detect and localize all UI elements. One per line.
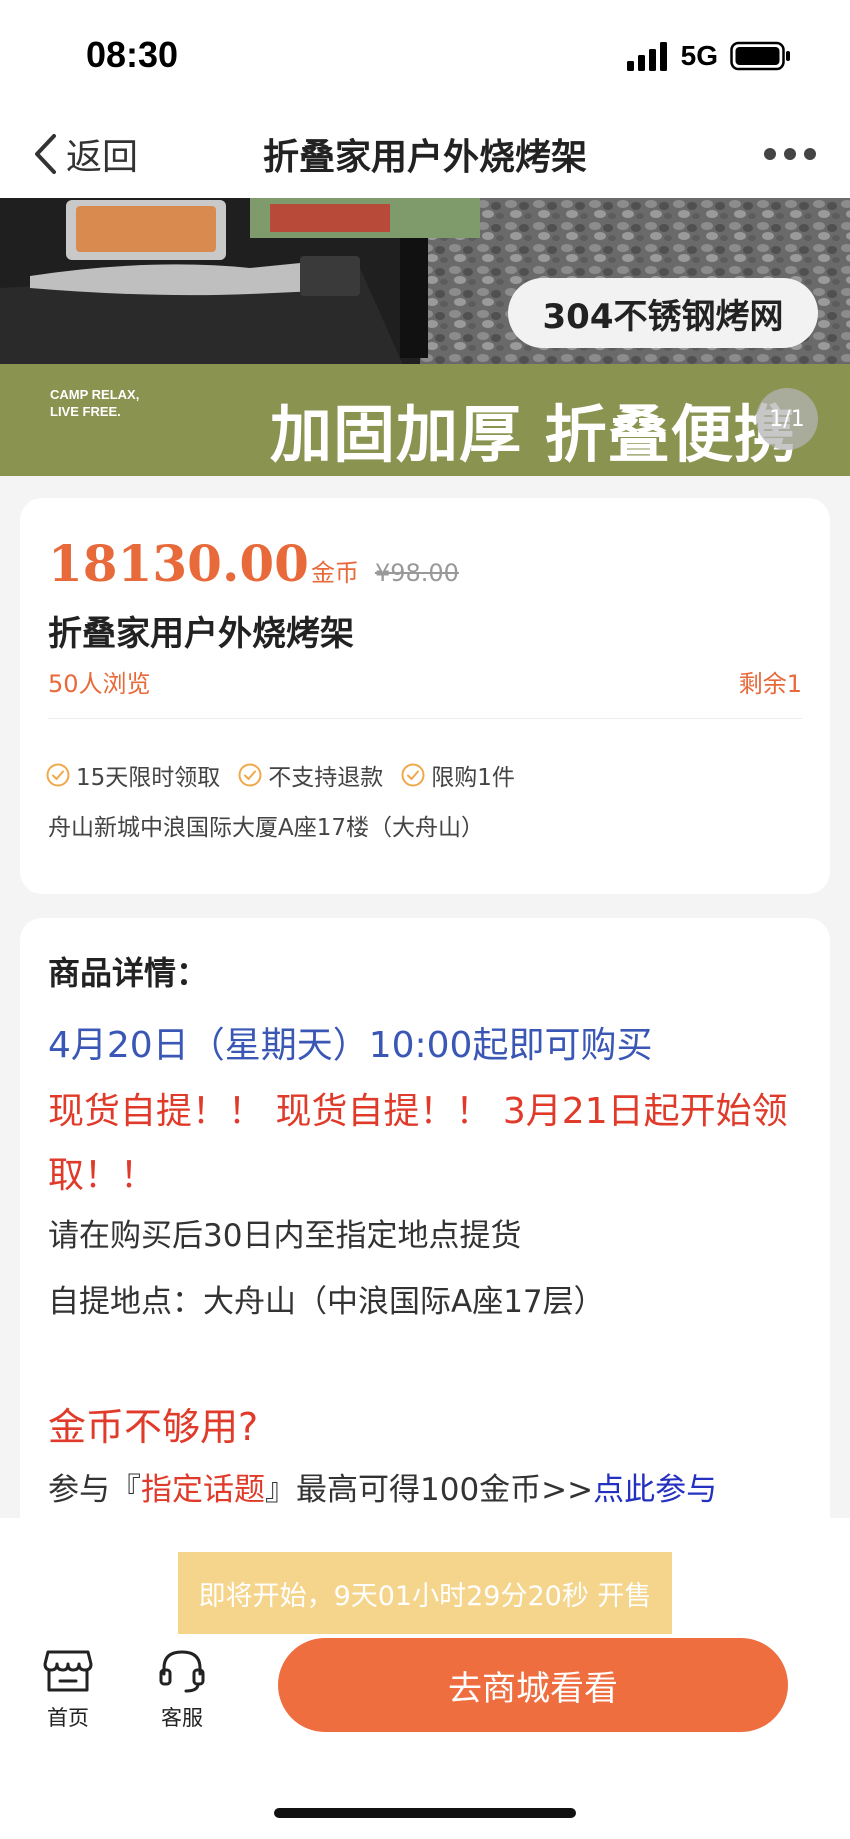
battery-icon <box>730 41 790 71</box>
check-circle-icon <box>238 763 262 787</box>
back-button[interactable]: 返回 <box>32 126 138 182</box>
headset-icon <box>159 1650 205 1693</box>
view-count: 50人浏览 <box>48 670 151 698</box>
status-icons: 5G <box>625 40 792 72</box>
page-counter: 1/1 <box>756 388 818 450</box>
more-icon[interactable] <box>764 136 816 172</box>
network-type: 5G <box>680 40 718 71</box>
tab-customer-service[interactable]: 客服 <box>144 1646 220 1732</box>
policy-tag: 15天限时领取 <box>46 758 220 792</box>
price-value: 18130.00 <box>48 534 309 593</box>
store-icon <box>43 1650 93 1692</box>
pickup-address: 舟山新城中浪国际大厦A座17楼（大舟山） <box>48 815 485 841</box>
status-bar: 08:30 5G <box>0 0 850 110</box>
tab-service-label: 客服 <box>161 1706 203 1730</box>
stock-remaining: 剩余1 <box>738 670 802 698</box>
topic-promo: 参与『指定话题』最高可得100金币>>点此参与 <box>48 1472 718 1508</box>
coins-heading: 金币不够用? <box>48 1405 259 1449</box>
price-unit: 金币 <box>310 559 359 587</box>
product-banner[interactable]: 304不锈钢烤网 CAMP RELAX, LIVE FREE. 加固加厚 折叠便… <box>0 198 850 476</box>
product-name: 折叠家用户外烧烤架 <box>48 614 354 654</box>
signal-icon <box>626 42 667 71</box>
countdown-banner: 即将开始，9天01小时29分20秒 开售 <box>178 1552 672 1634</box>
policy-tag: 限购1件 <box>401 758 515 792</box>
home-indicator[interactable] <box>274 1808 576 1818</box>
policy-tags: 15天限时领取 不支持退款 限购1件 <box>46 758 515 792</box>
sale-start-text: 4月20日（星期天）10:00起即可购买 <box>48 1025 653 1066</box>
status-time: 08:30 <box>86 34 179 75</box>
go-to-mall-button[interactable]: 去商城看看 <box>278 1638 788 1732</box>
back-label: 返回 <box>66 137 139 178</box>
product-card: 18130.00 金币 ¥98.00 折叠家用户外烧烤架 50人浏览 剩余1 1… <box>20 498 830 894</box>
tab-home[interactable]: 首页 <box>30 1646 106 1732</box>
detail-card: 商品详情： 4月20日（星期天）10:00起即可购买 现货自提！！ 现货自提！！… <box>20 918 830 1538</box>
banner-slogan: 加固加厚 折叠便携 <box>270 398 797 471</box>
banner-badge: 304不锈钢烤网 <box>508 278 818 348</box>
original-price: ¥98.00 <box>374 559 459 587</box>
chevron-left-icon <box>35 134 56 174</box>
topic-name[interactable]: 指定话题 <box>141 1472 265 1508</box>
join-link[interactable]: 点此参与 <box>593 1472 717 1508</box>
tab-home-label: 首页 <box>47 1706 89 1730</box>
bottom-bar: 即将开始，9天01小时29分20秒 开售 首页 客服 去商城看看 <box>0 1518 850 1839</box>
policy-tag: 不支持退款 <box>238 758 383 792</box>
price-row: 18130.00 金币 ¥98.00 <box>48 534 459 593</box>
pickup-notice: 现货自提！！ 现货自提！！ 3月21日起开始领取！！ <box>48 1091 788 1196</box>
nav-bar: 折叠家用户外烧烤架 返回 <box>0 110 850 200</box>
detail-heading: 商品详情： <box>48 954 209 992</box>
divider <box>48 718 802 719</box>
check-circle-icon <box>401 763 425 787</box>
pickup-location: 自提地点：大舟山（中浪国际A座17层） <box>48 1284 605 1320</box>
check-circle-icon <box>46 763 70 787</box>
pickup-deadline: 请在购买后30日内至指定地点提货 <box>48 1218 522 1254</box>
banner-caption: CAMP RELAX, LIVE FREE. <box>50 387 140 419</box>
